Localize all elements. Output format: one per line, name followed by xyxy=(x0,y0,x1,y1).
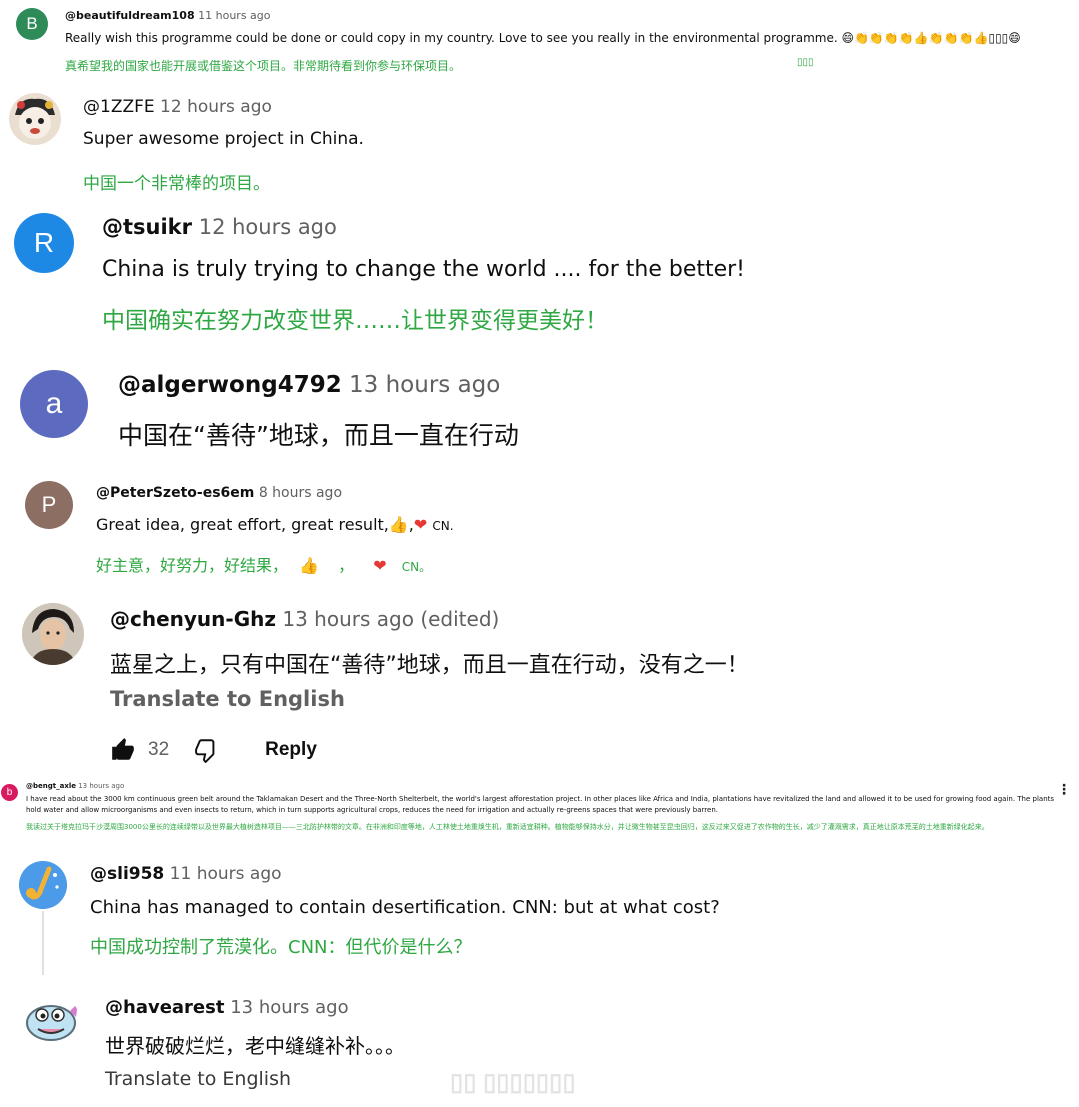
comment-time[interactable]: 13 hours ago xyxy=(349,372,500,398)
comment-time[interactable]: 13 hours ago (edited) xyxy=(282,607,499,631)
comment-time[interactable]: 12 hours ago xyxy=(160,97,272,117)
comment-translation: 我读过关于塔克拉玛干沙漠周围3000公里长的连续绿带以及世界最大植树造林项目——… xyxy=(26,823,989,831)
comment: @chenyun-Ghz 13 hours ago (edited) 蓝星之上，… xyxy=(0,595,1079,780)
translation-tail: CN。 xyxy=(401,560,432,574)
comment-time[interactable]: 13 hours ago xyxy=(230,997,348,1018)
comment-translation: 中国成功控制了荒漠化。CNN：但代价是什么？ xyxy=(90,937,472,958)
avatar[interactable]: b xyxy=(1,784,18,801)
comment: a @algerwong4792 13 hours ago 中国在“善待”地球，… xyxy=(0,360,1079,470)
thumbs-down-icon[interactable] xyxy=(195,737,221,764)
comment-author[interactable]: @1ZZFE xyxy=(83,97,155,117)
person-photo-avatar-icon[interactable] xyxy=(22,603,84,665)
heart-icon: ❤ xyxy=(413,515,428,534)
comment-author[interactable]: @PeterSzeto-es6em xyxy=(96,485,254,501)
emoji-sequence: 😄👏👏👏👏👍👏👏👏👍▯▯▯😄 xyxy=(841,31,1021,45)
comment-text: Great idea, great effort, great result, xyxy=(96,515,389,534)
comment-text: 蓝星之上，只有中国在“善待”地球，而且一直在行动，没有之一！ xyxy=(110,653,749,678)
comment-text: I have read about the 3000 km continuous… xyxy=(26,795,1055,814)
comment-text: China has managed to contain desertifica… xyxy=(90,897,720,918)
comment-text: Really wish this programme could be done… xyxy=(65,31,838,45)
cartoon-fish-avatar-icon[interactable] xyxy=(22,993,80,1051)
comment-author[interactable]: @beautifuldream108 xyxy=(65,9,195,22)
translate-to-english-link[interactable]: Translate to English xyxy=(110,687,345,711)
comment-translation: 好主意，好努力，好结果， xyxy=(96,556,289,575)
comment-text: China is truly trying to change the worl… xyxy=(102,257,746,282)
reply-button[interactable]: Reply xyxy=(265,739,317,761)
translation-tail: ▯▯▯ xyxy=(797,57,814,68)
comment: b @bengt_axle 13 hours ago ⋮ I have read… xyxy=(0,780,1079,850)
comment-time[interactable]: 8 hours ago xyxy=(259,485,342,501)
comment-actions: 32 Reply xyxy=(110,735,317,765)
comment: @1ZZFE 12 hours ago Super awesome projec… xyxy=(0,85,1079,200)
comment-author[interactable]: @havearest xyxy=(105,997,224,1018)
comment: B @beautifuldream108 11 hours ago Really… xyxy=(0,0,1079,80)
comment-text-tail: CN. xyxy=(432,519,454,533)
comment-translation: 真希望我的国家也能开展或借鉴这个项目。非常期待看到你参与环保项目。 xyxy=(65,59,462,73)
comment-author[interactable]: @tsuikr xyxy=(102,215,192,239)
comment-text: 世界破破烂烂，老中缝缝补补。。。 xyxy=(105,1034,405,1058)
comment: R @tsuikr 12 hours ago China is truly tr… xyxy=(0,205,1079,345)
like-count: 32 xyxy=(148,739,170,760)
heart-icon: ❤ xyxy=(373,556,387,575)
comment-text: Super awesome project in China. xyxy=(83,129,364,149)
comment-translation: 中国确实在努力改变世界……让世界变得更美好！ xyxy=(102,308,608,334)
cartoon-character-avatar-icon[interactable] xyxy=(9,93,61,145)
avatar[interactable]: P xyxy=(25,481,73,529)
translate-to-english-link[interactable]: Translate to English xyxy=(105,1068,291,1090)
comment-time[interactable]: 11 hours ago xyxy=(198,9,270,22)
avatar[interactable]: a xyxy=(20,370,88,438)
avatar[interactable]: B xyxy=(16,8,48,40)
thumbs-up-icon: 👍 xyxy=(299,556,320,575)
avatar[interactable]: R xyxy=(14,213,74,273)
saxophone-avatar-icon[interactable] xyxy=(19,861,67,909)
comment-author[interactable]: @bengt_axle xyxy=(26,782,76,790)
comment-author[interactable]: @algerwong4792 xyxy=(118,372,342,398)
comment-translation: 中国一个非常棒的项目。 xyxy=(83,174,270,194)
comment-author[interactable]: @sli958 xyxy=(90,864,164,884)
comment-time[interactable]: 11 hours ago xyxy=(170,864,282,884)
thread-line xyxy=(42,911,44,975)
comment: @sli958 11 hours ago China has managed t… xyxy=(0,855,1079,980)
comment: P @PeterSzeto-es6em 8 hours ago Great id… xyxy=(0,475,1079,585)
thumbs-up-icon[interactable] xyxy=(110,737,136,763)
comment-text: 中国在“善待”地球，而且一直在行动 xyxy=(118,421,519,450)
comment-time[interactable]: 13 hours ago xyxy=(78,782,124,790)
watermark: ▯▯ ▯▯▯▯▯▯▯ xyxy=(450,1069,576,1096)
comment-time[interactable]: 12 hours ago xyxy=(199,215,337,239)
thumbs-up-icon: 👍 xyxy=(388,515,409,534)
comment-author[interactable]: @chenyun-Ghz xyxy=(110,607,276,631)
